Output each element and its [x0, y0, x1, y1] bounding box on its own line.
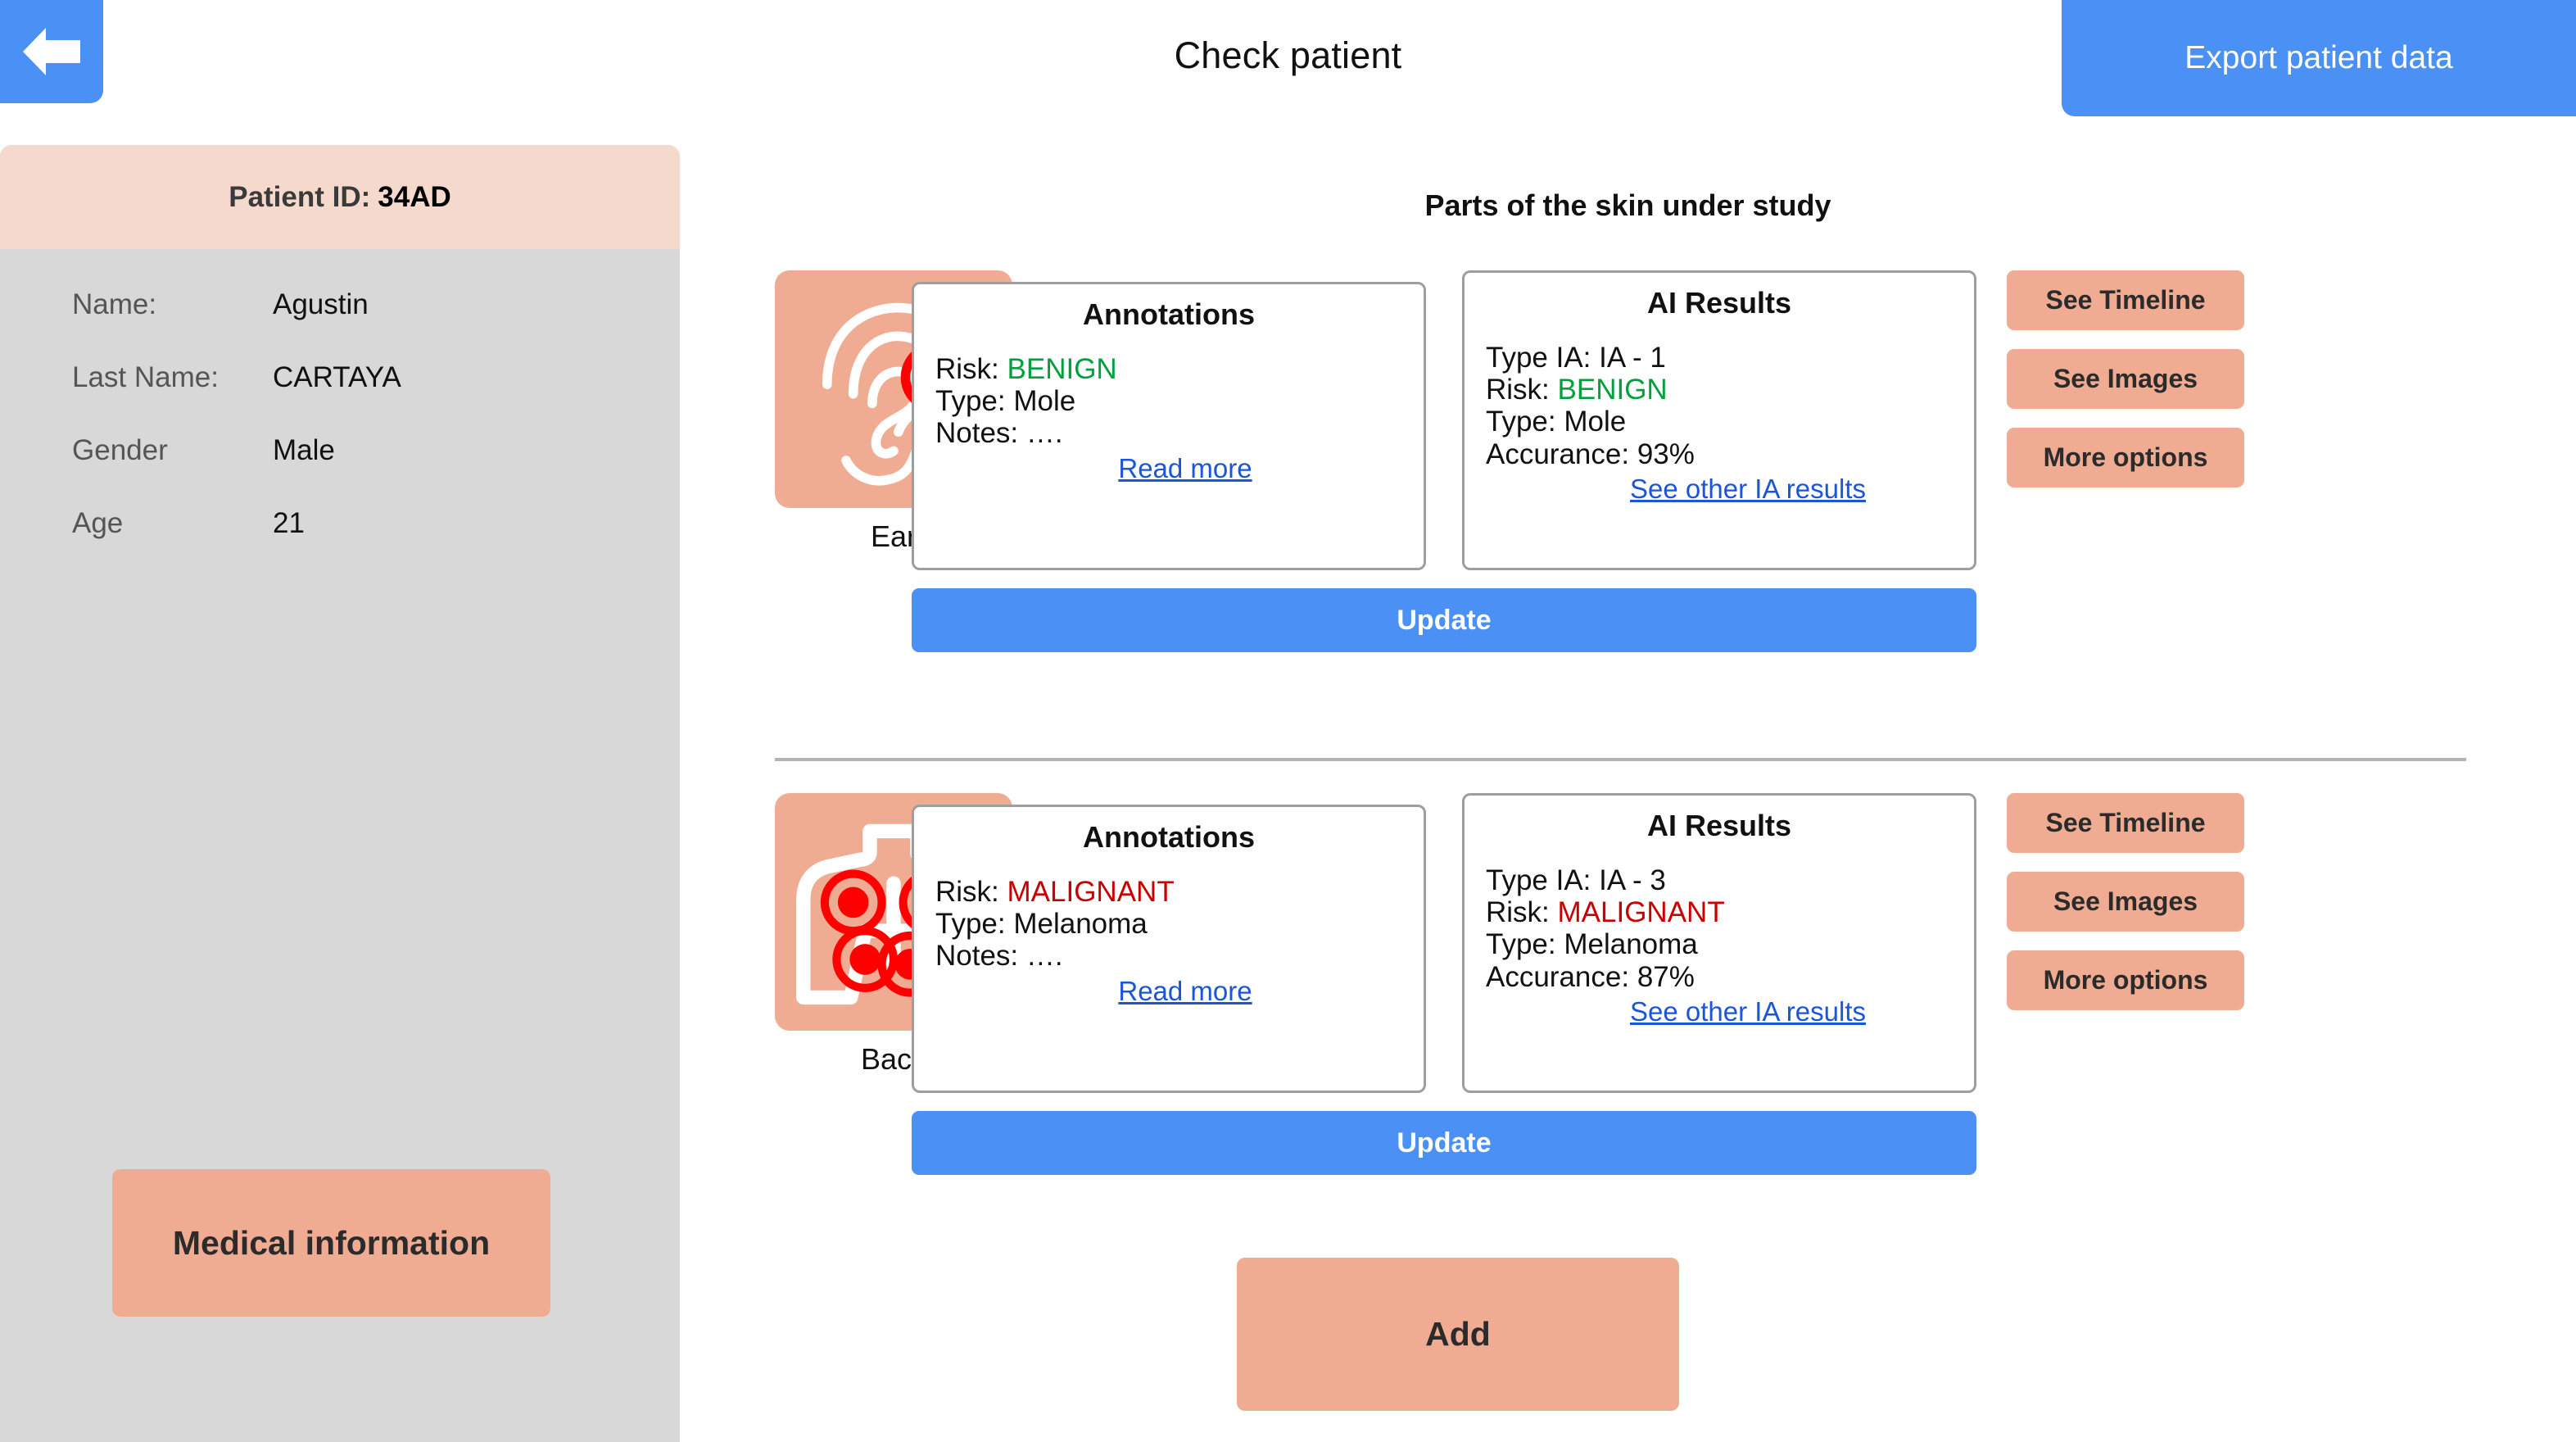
ai-type-line: Type: Melanoma — [1486, 928, 1974, 960]
annotations-type-label: Type: — [935, 385, 1006, 418]
annotations-notes-value: …. — [1025, 417, 1063, 450]
update-button[interactable]: Update — [912, 588, 1976, 652]
ai-results-title: AI Results — [1646, 286, 1792, 320]
main-content: Parts of the skin under study Ear Annota… — [680, 0, 2576, 1442]
annotations-risk-line: Risk: BENIGN — [935, 353, 1424, 385]
ai-type-ia-line: Type IA: IA - 3 — [1486, 864, 1974, 896]
row-action-buttons: See Timeline See Images More options — [2007, 793, 2244, 1029]
ai-risk-label: Risk: — [1486, 896, 1550, 929]
ai-accuracy-label: Accurance: — [1486, 960, 1630, 993]
update-button[interactable]: Update — [912, 1111, 1976, 1175]
patient-id-bar: Patient ID: 34AD — [0, 145, 680, 249]
annotations-notes-line: Notes: …. — [935, 940, 1424, 972]
ai-accuracy-line: Accurance: 93% — [1486, 438, 1974, 470]
ai-type-value: Mole — [1564, 406, 1627, 438]
annotations-type-value: Mole — [1013, 385, 1076, 418]
annotations-card: Annotations Risk: MALIGNANT Type: Melano… — [912, 805, 1426, 1093]
section-title: Parts of the skin under study — [1424, 188, 1831, 222]
ai-risk-value: BENIGN — [1557, 374, 1668, 406]
ai-type-line: Type: Mole — [1486, 406, 1974, 438]
last-name-value: CARTAYA — [273, 361, 401, 393]
see-timeline-button[interactable]: See Timeline — [2007, 793, 2244, 853]
annotations-risk-label: Risk: — [935, 876, 999, 908]
ai-accuracy-line: Accurance: 87% — [1486, 961, 1974, 993]
row-action-buttons: See Timeline See Images More options — [2007, 270, 2244, 506]
ai-type-label: Type: — [1486, 406, 1556, 438]
read-more-link[interactable]: Read more — [1118, 976, 1252, 1007]
ai-accuracy-label: Accurance: — [1486, 438, 1630, 470]
ai-type-ia-label: Type IA: — [1486, 864, 1591, 896]
detail-row-last-name: Last Name: CARTAYA — [72, 361, 680, 434]
detail-row-age: Age 21 — [72, 507, 680, 580]
ai-risk-line: Risk: MALIGNANT — [1486, 896, 1974, 928]
ai-type-value: Melanoma — [1564, 928, 1698, 961]
row-divider — [775, 758, 2466, 761]
ai-type-ia-label: Type IA: — [1486, 342, 1591, 374]
patient-details: Name: Agustin Last Name: CARTAYA Gender … — [0, 249, 680, 580]
age-value: 21 — [273, 507, 305, 539]
gender-value: Male — [273, 434, 335, 466]
ai-type-ia-value: IA - 1 — [1599, 342, 1666, 374]
ai-results-card: AI Results Type IA: IA - 3 Risk: MALIGNA… — [1462, 793, 1976, 1093]
add-button[interactable]: Add — [1237, 1258, 1679, 1411]
patient-id-label: Patient ID: — [229, 180, 371, 213]
ai-results-card: AI Results Type IA: IA - 1 Risk: BENIGN … — [1462, 270, 1976, 570]
annotations-notes-label: Notes: — [935, 417, 1019, 450]
annotations-type-label: Type: — [935, 908, 1006, 941]
age-label: Age — [72, 507, 124, 539]
annotations-type-line: Type: Mole — [935, 385, 1424, 417]
ai-results-title: AI Results — [1646, 809, 1792, 842]
ai-risk-value: MALIGNANT — [1557, 896, 1725, 929]
annotations-risk-label: Risk: — [935, 353, 999, 385]
name-label: Name: — [72, 288, 157, 320]
medical-information-button[interactable]: Medical information — [112, 1169, 550, 1317]
app-root: Check patient Export patient data Patien… — [0, 0, 2576, 1442]
annotations-title: Annotations — [1083, 820, 1255, 854]
more-options-button[interactable]: More options — [2007, 428, 2244, 487]
see-other-ia-results-link[interactable]: See other IA results — [1630, 996, 1866, 1027]
gender-label: Gender — [72, 434, 168, 466]
see-timeline-button[interactable]: See Timeline — [2007, 270, 2244, 330]
ai-accuracy-value: 87% — [1637, 960, 1695, 993]
see-images-button[interactable]: See Images — [2007, 349, 2244, 409]
last-name-label: Last Name: — [72, 361, 219, 393]
annotations-notes-value: …. — [1025, 940, 1063, 973]
patient-sidebar: Patient ID: 34AD Name: Agustin Last Name… — [0, 145, 680, 1442]
annotations-card: Annotations Risk: BENIGN Type: Mole Note… — [912, 282, 1426, 570]
detail-row-name: Name: Agustin — [72, 288, 680, 361]
annotations-notes-label: Notes: — [935, 940, 1019, 973]
patient-id-value: 34AD — [378, 180, 451, 213]
ai-type-ia-line: Type IA: IA - 1 — [1486, 342, 1974, 374]
annotations-title: Annotations — [1083, 297, 1255, 331]
see-other-ia-results-link[interactable]: See other IA results — [1630, 474, 1866, 505]
ai-risk-label: Risk: — [1486, 374, 1550, 406]
ai-type-ia-value: IA - 3 — [1599, 864, 1666, 896]
annotations-risk-value: MALIGNANT — [1007, 876, 1175, 908]
annotations-type-line: Type: Melanoma — [935, 908, 1424, 940]
annotations-type-value: Melanoma — [1013, 908, 1148, 941]
ai-type-label: Type: — [1486, 928, 1556, 961]
ai-risk-line: Risk: BENIGN — [1486, 374, 1974, 406]
annotations-risk-value: BENIGN — [1007, 353, 1117, 385]
annotations-risk-line: Risk: MALIGNANT — [935, 876, 1424, 908]
more-options-button[interactable]: More options — [2007, 950, 2244, 1010]
annotations-notes-line: Notes: …. — [935, 417, 1424, 449]
ai-accuracy-value: 93% — [1637, 438, 1695, 470]
name-value: Agustin — [273, 288, 369, 320]
see-images-button[interactable]: See Images — [2007, 872, 2244, 932]
read-more-link[interactable]: Read more — [1118, 453, 1252, 484]
detail-row-gender: Gender Male — [72, 434, 680, 507]
